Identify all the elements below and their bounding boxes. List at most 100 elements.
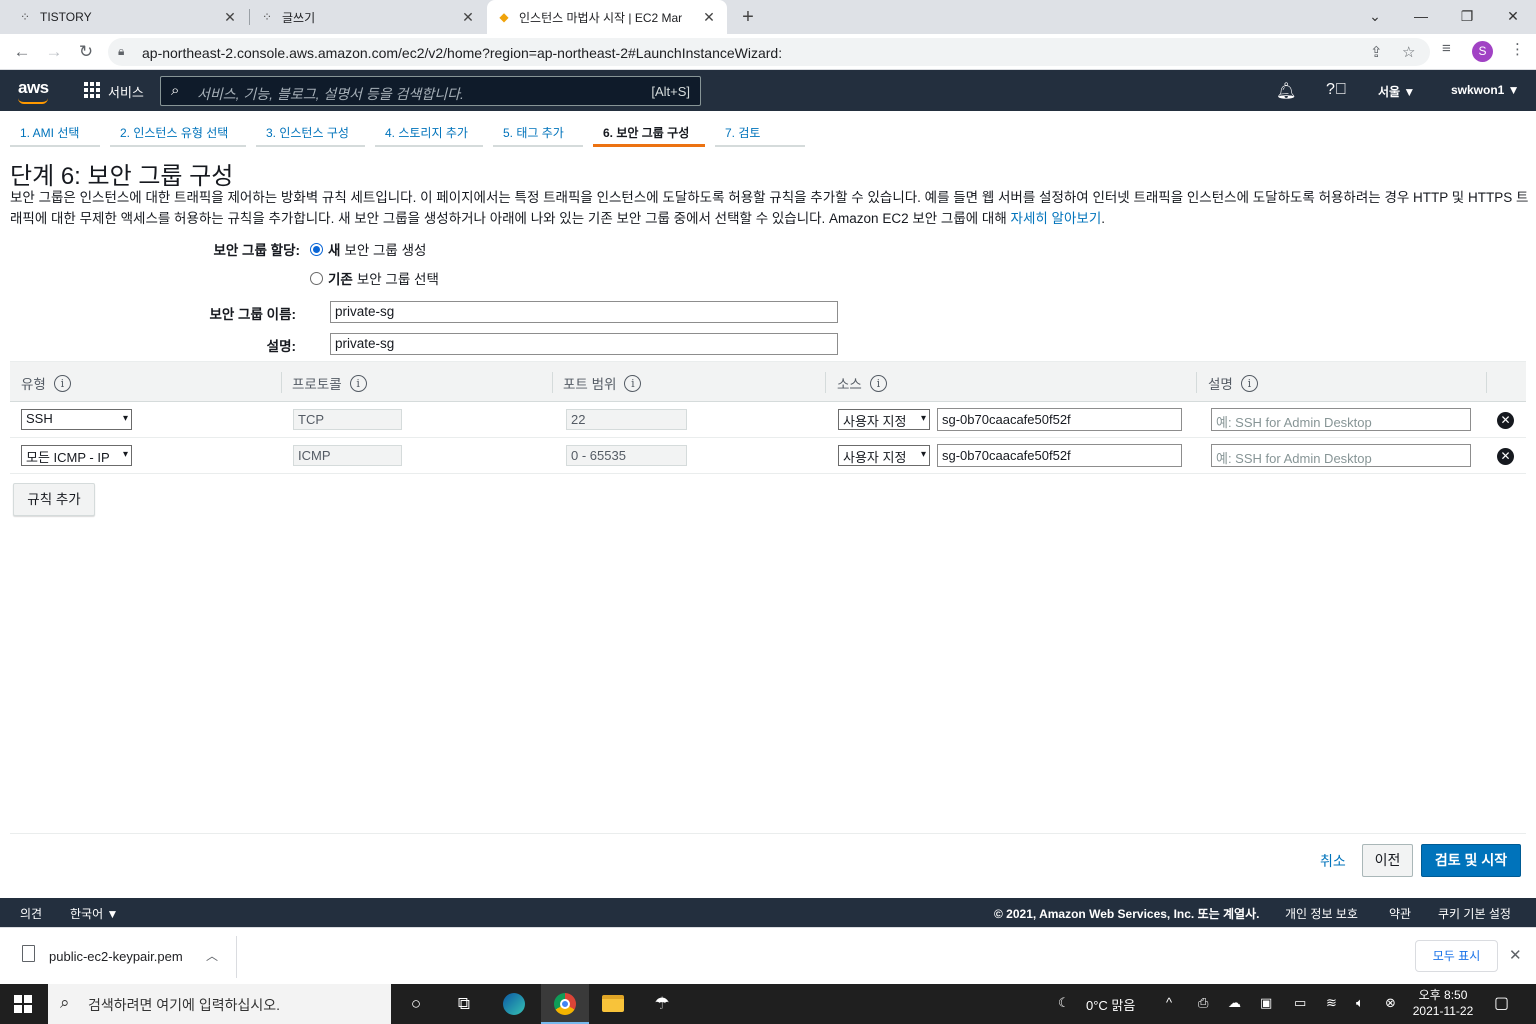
browser-tab-ec2[interactable]: ◆ 인스턴스 마법사 시작 | EC2 Mar ✕ (487, 0, 727, 34)
cookie-preferences-link[interactable]: 쿠키 기본 설정 (1438, 905, 1511, 922)
aws-logo[interactable]: aws (18, 78, 49, 98)
reading-list-icon[interactable]: ≡ (1442, 40, 1451, 57)
tray-chevron-up-icon[interactable]: ^ (1166, 995, 1172, 1010)
radio-create-new[interactable]: 새 보안 그룹 생성 (310, 239, 426, 259)
app-icon[interactable]: ☂ (650, 992, 674, 1016)
minimize-icon[interactable]: — (1398, 0, 1444, 34)
column-divider (1486, 372, 1487, 393)
sg-name-input[interactable]: private-sg (330, 301, 838, 323)
windows-start-icon[interactable] (14, 995, 32, 1013)
mic-muted-icon[interactable]: ⊗ (1385, 995, 1396, 1011)
info-icon[interactable]: i (869, 374, 887, 392)
notifications-bell-icon[interactable]: 🔔︎ (1276, 81, 1296, 101)
language-selector[interactable]: 한국어 ▼ (70, 905, 118, 922)
chrome-icon[interactable] (554, 993, 576, 1015)
forward-icon[interactable]: → (42, 40, 66, 64)
profile-avatar[interactable]: S (1472, 41, 1493, 62)
file-explorer-icon[interactable] (602, 995, 624, 1012)
tab-add-tags[interactable]: 5. 태그 추가 (493, 117, 583, 147)
tab-review[interactable]: 7. 검토 (715, 117, 805, 147)
divider (236, 936, 237, 978)
tab-security-group[interactable]: 6. 보안 그룹 구성 (593, 117, 705, 147)
terms-link[interactable]: 약관 (1389, 905, 1411, 922)
wifi-icon[interactable]: ≋ (1326, 995, 1337, 1011)
info-icon[interactable]: i (1240, 374, 1258, 392)
info-icon[interactable]: i (349, 374, 367, 392)
new-tab-button[interactable]: + (736, 5, 760, 29)
tab-close-icon[interactable]: ✕ (701, 9, 717, 26)
weather-text[interactable]: 0°C 맑음 (1086, 995, 1135, 1014)
type-select[interactable]: SSH ▾ (21, 409, 132, 430)
type-select[interactable]: 모든 ICMP - IP ▾ (21, 445, 132, 466)
taskbar-search-input[interactable]: ⌕ 검색하려면 여기에 입력하십시오. (48, 984, 391, 1024)
tab-search-icon[interactable]: ⌄ (1352, 0, 1398, 34)
tab-configure-instance[interactable]: 3. 인스턴스 구성 (256, 117, 365, 147)
user-menu[interactable]: swkwon1 ▼ (1451, 83, 1520, 97)
privacy-link[interactable]: 개인 정보 보호 (1285, 905, 1358, 922)
previous-button[interactable]: 이전 (1362, 844, 1413, 877)
tab-add-storage[interactable]: 4. 스토리지 추가 (375, 117, 483, 147)
remove-rule-icon[interactable]: ✕ (1497, 448, 1514, 465)
rule-description-input[interactable]: 예: SSH for Admin Desktop (1211, 444, 1471, 467)
radio-button[interactable] (310, 271, 323, 285)
add-rule-button[interactable]: 규칙 추가 (13, 483, 95, 516)
window-close-icon[interactable]: ✕ (1490, 0, 1536, 34)
review-and-launch-button[interactable]: 검토 및 시작 (1421, 844, 1521, 877)
region-selector[interactable]: 서울 ▼ (1378, 83, 1415, 100)
aws-search-input[interactable]: ⌕ 서비스, 기능, 블로그, 설명서 등을 검색합니다. [Alt+S] (160, 76, 701, 106)
show-all-button[interactable]: 모두 표시 (1415, 940, 1498, 972)
aws-logo-smile (18, 98, 48, 104)
volume-icon[interactable]: 🔈︎ (1356, 995, 1364, 1011)
url-text[interactable]: ap-northeast-2.console.aws.amazon.com/ec… (142, 45, 782, 61)
meet-now-icon[interactable]: ⎙ (1198, 995, 1208, 1011)
feedback-link[interactable]: 의견 (20, 905, 42, 922)
source-input[interactable]: sg-0b70caacafe50f52f (937, 444, 1182, 467)
tab-close-icon[interactable]: ✕ (222, 9, 238, 26)
tab-ami[interactable]: 1. AMI 선택 (10, 117, 100, 147)
assign-sg-label: 보안 그룹 할당: (213, 243, 300, 258)
radio-select-existing[interactable]: 기존 보안 그룹 선택 (310, 268, 439, 288)
bookmark-star-icon[interactable]: ☆ (1402, 43, 1415, 61)
tab-instance-type[interactable]: 2. 인스턴스 유형 선택 (110, 117, 246, 147)
weather-moon-icon: ☾ (1058, 995, 1070, 1010)
edge-icon[interactable] (503, 993, 525, 1015)
source-type-select[interactable]: 사용자 지정 ▾ (838, 409, 930, 430)
battery-icon[interactable]: ▭ (1294, 995, 1306, 1011)
services-grid-icon[interactable] (84, 82, 100, 98)
header-type: 유형 i (21, 373, 71, 393)
download-item[interactable]: public-ec2-keypair.pem (49, 949, 183, 964)
close-icon[interactable]: ✕ (1509, 946, 1522, 964)
browser-tab-tistory[interactable]: ⁘ TISTORY ✕ (8, 0, 248, 34)
description-text: 보안 그룹은 인스턴스에 대한 트래픽을 제어하는 방화벽 규칙 세트입니다. … (10, 190, 1529, 226)
info-icon[interactable]: i (624, 374, 642, 392)
radio-button-checked[interactable] (310, 242, 323, 256)
chevron-up-icon[interactable]: ︿ (206, 947, 218, 964)
chrome-menu-icon[interactable]: ⋮ (1510, 40, 1525, 58)
browser-tab-write[interactable]: ⁘ 글쓰기 ✕ (250, 0, 486, 34)
rule-description-input[interactable]: 예: SSH for Admin Desktop (1211, 408, 1471, 431)
source-type-select[interactable]: 사용자 지정 ▾ (838, 445, 930, 466)
onedrive-cloud-icon[interactable]: ☁ (1228, 995, 1241, 1011)
tab-close-icon[interactable]: ✕ (460, 9, 476, 26)
learn-more-link[interactable]: 자세히 알아보기 (1011, 211, 1102, 226)
port-range-field: 0 - 65535 (566, 445, 687, 466)
task-view-icon[interactable]: ⧉ (452, 992, 476, 1016)
info-icon[interactable]: i (53, 374, 71, 392)
chevron-down-icon: ▾ (122, 413, 128, 424)
display-icon[interactable]: ▣ (1260, 995, 1272, 1011)
search-icon: ⌕ (171, 82, 180, 99)
remove-rule-icon[interactable]: ✕ (1497, 412, 1514, 429)
source-input[interactable]: sg-0b70caacafe50f52f (937, 408, 1182, 431)
share-icon[interactable]: ⇪ (1370, 43, 1383, 61)
restore-icon[interactable]: ❐ (1444, 0, 1490, 34)
notification-icon[interactable]: ▢ (1494, 993, 1509, 1013)
help-icon[interactable]: ?⃝ (1326, 81, 1347, 99)
cortana-icon[interactable]: ○ (404, 992, 428, 1016)
system-clock[interactable]: 오후 8:50 2021-11-22 (1408, 987, 1478, 1019)
sg-description-input[interactable]: private-sg (330, 333, 838, 355)
cancel-button[interactable]: 취소 (1320, 851, 1346, 871)
reload-icon[interactable]: ↻ (74, 40, 98, 64)
back-icon[interactable]: ← (10, 40, 34, 64)
omnibox[interactable]: 🔒︎ ap-northeast-2.console.aws.amazon.com… (108, 38, 1430, 66)
services-menu[interactable]: 서비스 (108, 82, 144, 101)
